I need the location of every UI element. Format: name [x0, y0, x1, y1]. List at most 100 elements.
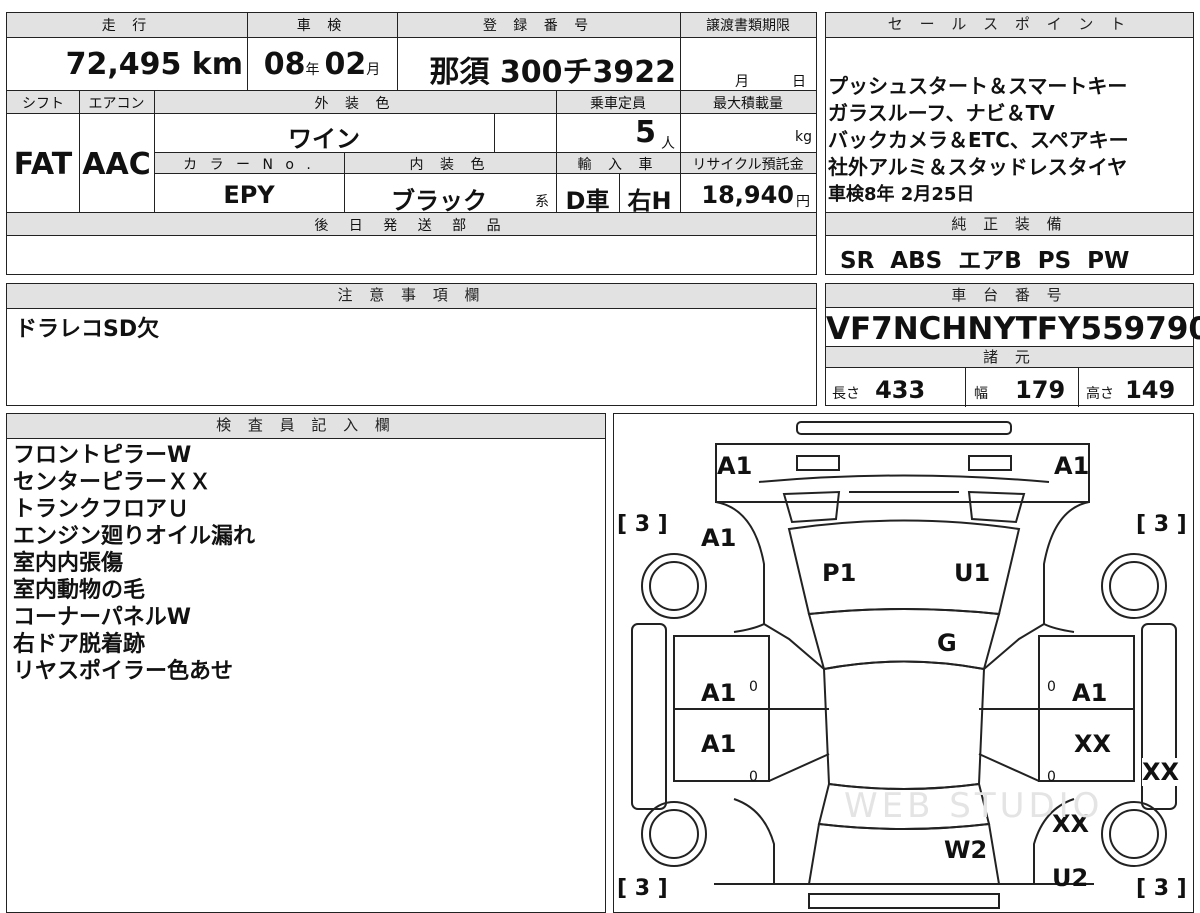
genuine-equipment-label: 純 正 装 備 — [826, 212, 1193, 236]
width-value: 179 — [1015, 376, 1066, 404]
zero-mark: 0 — [1047, 769, 1056, 785]
capacity-unit: 人 — [661, 136, 675, 152]
zero-mark: 0 — [749, 679, 758, 695]
transfer-doc-label: 譲渡書類期限 — [706, 18, 790, 34]
shift-value: FAT — [13, 147, 73, 182]
inspector-item: トランクフロアＵ — [13, 497, 190, 522]
car-diagram-panel: A1 A1 A1 P1 U1 G A1 A1 A1 XX XX XX W2 U2… — [613, 413, 1194, 913]
tire-rating-front-right: [ 3 ] — [1136, 512, 1187, 537]
grid-line — [397, 13, 398, 90]
notes-text: ドラレコSD欠 — [15, 317, 160, 342]
transfer-month-unit: 月 — [735, 74, 749, 90]
inspector-item: リヤスポイラー色あせ — [13, 659, 234, 684]
inspector-item: フロントピラーW — [13, 443, 192, 468]
import-type: D車 — [565, 187, 610, 215]
steering-value: 右H — [627, 187, 672, 215]
damage-roof-rear: W2 — [944, 836, 988, 864]
grid-line — [154, 90, 155, 212]
inspector-item: 室内内張傷 — [13, 551, 124, 576]
max-load-unit: kg — [795, 129, 812, 145]
inspection-label: 車 検 — [296, 18, 348, 34]
grid-line — [680, 13, 681, 212]
inspector-item: コーナーパネルW — [13, 605, 192, 630]
inspector-item: 室内動物の毛 — [13, 578, 146, 603]
length-label: 長さ — [832, 386, 860, 402]
length-spec: 長さ 433 — [832, 376, 925, 404]
sales-points-label: セ ー ル ス ポ イ ン ト — [826, 13, 1193, 38]
damage-rear-right: U2 — [1052, 864, 1089, 892]
import-label: 輸 入 車 — [577, 157, 659, 173]
grid-line — [1078, 368, 1079, 407]
inspection-value: 08年 02月 — [247, 47, 397, 82]
mileage-value: 72,495 km — [65, 47, 243, 82]
tire-rating-front-left: [ 3 ] — [617, 512, 668, 537]
recycle-unit: 円 — [796, 194, 810, 210]
aircon-label: エアコン — [88, 96, 145, 112]
sales-points-panel: セ ー ル ス ポ イ ン ト プッシュスタート＆スマートキー ガラスルーフ、ナ… — [825, 12, 1194, 275]
sales-point-line: 車検8年 2月25日 — [828, 184, 975, 205]
inspection-year: 08 — [263, 47, 306, 82]
grid-line — [494, 114, 495, 152]
inspector-label: 検 査 員 記 入 欄 — [7, 414, 605, 439]
recycle-label: リサイクル預託金 — [692, 157, 804, 173]
chassis-panel: 車 台 番 号 VF7NCHNYTFY559790 諸 元 長さ 433 幅 1… — [825, 283, 1200, 407]
capacity-value: 5 — [635, 115, 656, 150]
max-load-label: 最大積載量 — [713, 96, 783, 112]
interior-color-label: 内 装 色 — [409, 157, 491, 173]
watermark: WEB STUDIO — [844, 786, 1104, 826]
grid-line — [344, 152, 345, 212]
exterior-color-label: 外 装 色 — [314, 96, 396, 112]
width-spec: 幅 179 — [974, 376, 1065, 404]
damage-pillar-right: XX — [1142, 758, 1180, 786]
mileage-label: 走 行 — [101, 18, 153, 34]
shift-label: シフト — [22, 96, 64, 112]
inspection-month: 02 — [324, 47, 367, 82]
sales-point-line: ガラスルーフ、ナビ＆TV — [828, 101, 1055, 125]
zero-mark: 0 — [749, 769, 758, 785]
aircon-value: AAC — [82, 147, 151, 182]
sales-point-line: 社外アルミ＆スタッドレスタイヤ — [828, 155, 1128, 179]
capacity-label: 乗車定員 — [590, 96, 646, 112]
inspector-item: エンジン廻りオイル漏れ — [13, 524, 256, 549]
inspector-panel: 検 査 員 記 入 欄 フロントピラーW センターピラーＸＸ トランクフロアＵ … — [6, 413, 606, 913]
notes-panel: 注 意 事 項 欄 ドラレコSD欠 — [6, 283, 817, 406]
height-value: 149 — [1125, 376, 1176, 404]
registration-label: 登 録 番 号 — [482, 18, 595, 34]
car-outline — [631, 421, 1177, 909]
width-label: 幅 — [974, 386, 988, 402]
registration-number: 那須 300チ3922 — [429, 55, 676, 90]
transfer-day-unit: 日 — [792, 74, 806, 90]
tire-rating-rear-left: [ 3 ] — [617, 876, 668, 901]
damage-door-front-left: A1 — [701, 679, 737, 707]
sales-point-line: プッシュスタート＆スマートキー — [828, 74, 1128, 98]
inspector-list: フロントピラーW センターピラーＸＸ トランクフロアＵ エンジン廻りオイル漏れ … — [13, 442, 255, 685]
damage-door-rear-left: A1 — [701, 730, 737, 758]
damage-door-front-right: A1 — [1072, 679, 1108, 707]
height-label: 高さ — [1086, 386, 1114, 402]
sales-point-line: バックカメラ＆ETC、スペアキー — [828, 128, 1129, 152]
length-value: 433 — [875, 376, 926, 404]
specs-label: 諸 元 — [826, 346, 1193, 368]
tire-rating-rear-right: [ 3 ] — [1136, 876, 1187, 901]
recycle-fee: 18,940 — [701, 181, 794, 209]
inspector-item: 右ドア脱着跡 — [13, 632, 146, 657]
damage-front-right: A1 — [1054, 452, 1090, 480]
genuine-equipment-value: SR ABS エアB PS PW — [840, 248, 1130, 274]
summary-table: 走 行 車 検 登 録 番 号 譲渡書類期限 72,495 km 08年 02月… — [6, 12, 817, 275]
sales-points-list: プッシュスタート＆スマートキー ガラスルーフ、ナビ＆TV バックカメラ＆ETC、… — [828, 73, 1129, 208]
damage-front-left: A1 — [717, 452, 753, 480]
interior-color-value: ブラック — [391, 187, 487, 215]
grid-line — [79, 90, 80, 212]
color-no-value: EPY — [223, 181, 275, 209]
inspector-item: センターピラーＸＸ — [13, 470, 212, 495]
exterior-color-value: ワイン — [288, 125, 360, 153]
damage-fender-left: A1 — [701, 524, 737, 552]
damage-windshield: G — [937, 629, 957, 657]
damage-door-rear-right: XX — [1074, 730, 1112, 758]
inspection-month-unit: 月 — [366, 62, 381, 78]
height-spec: 高さ 149 — [1086, 376, 1175, 404]
inspection-year-unit: 年 — [305, 62, 320, 78]
damage-hood-left: P1 — [822, 559, 857, 587]
interior-color-suffix: 系 — [535, 194, 549, 210]
zero-mark: 0 — [1047, 679, 1056, 695]
